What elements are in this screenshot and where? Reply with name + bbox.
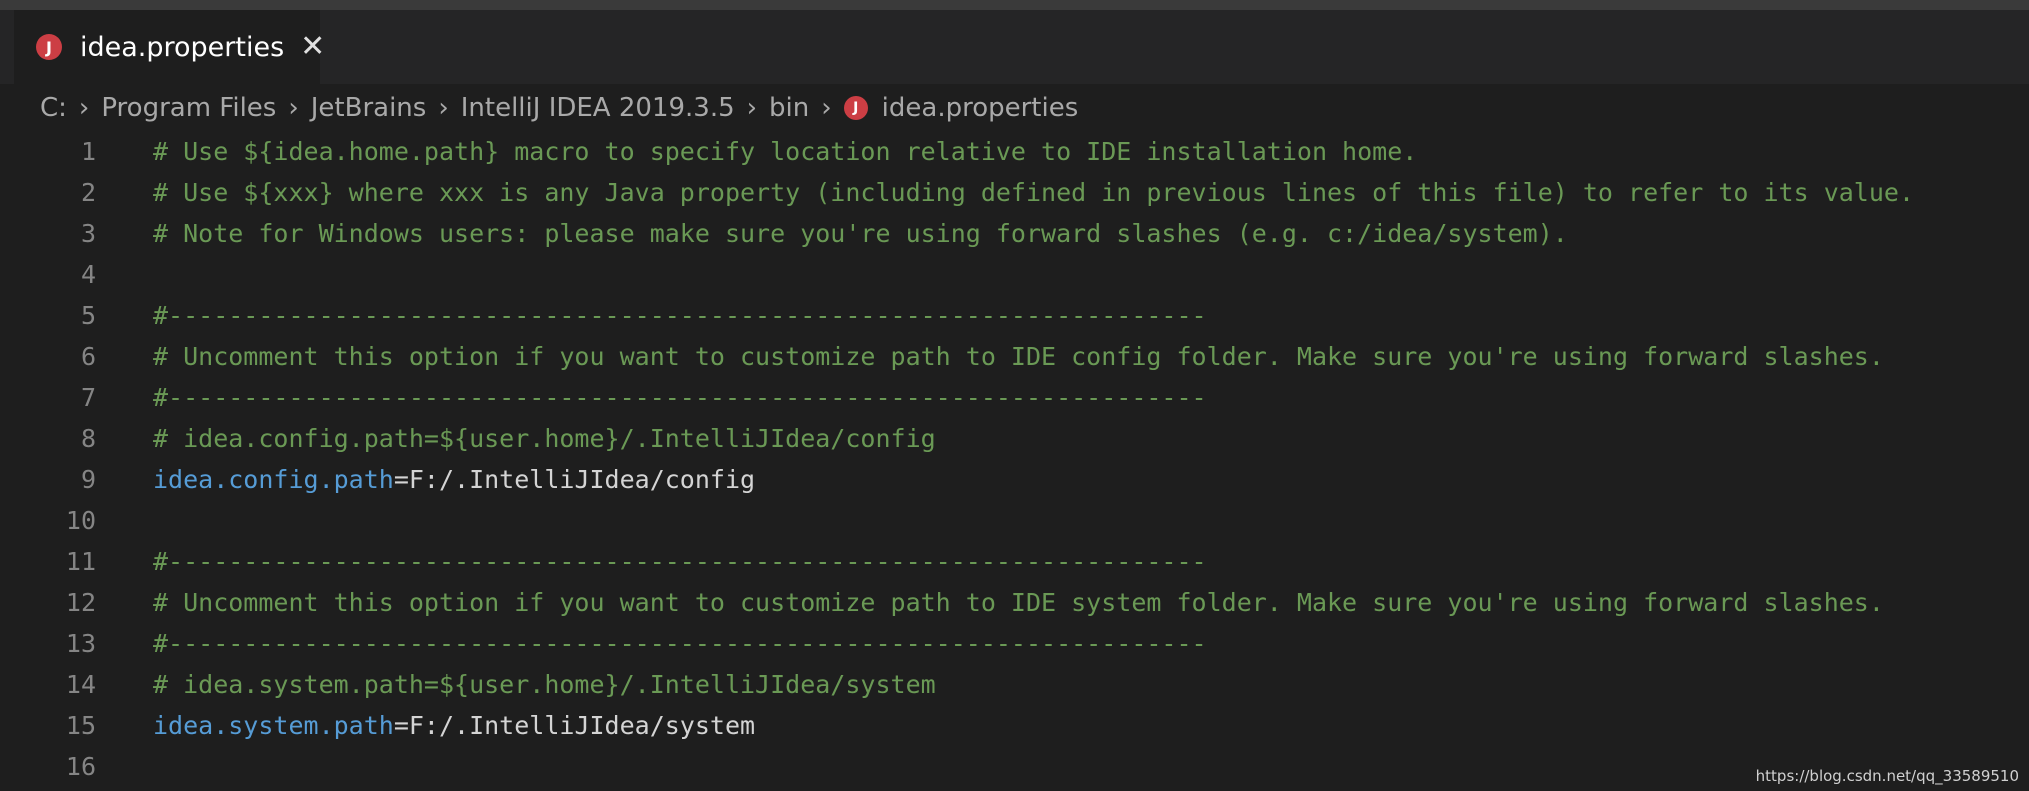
breadcrumb-item-program-files[interactable]: Program Files [101,93,276,123]
line-number: 13 [65,629,96,658]
line-number: 4 [80,260,96,289]
line-number: 3 [80,219,96,248]
code-line[interactable]: 15 idea.system.path=F:/.IntelliJIdea/syst… [0,705,2029,746]
line-number: 6 [80,342,96,371]
code-line[interactable]: 10 [0,500,2029,541]
code-content: #---------------------------------------… [153,383,1207,412]
property-value: =F:/.IntelliJIdea/system [393,711,756,740]
code-line[interactable]: 14 # idea.system.path=${user.home}/.Intel… [0,664,2029,705]
line-number: 9 [80,465,96,494]
code-content: # Uncomment this option if you want to c… [153,342,1884,371]
comment-text: # Use ${xxx} where xxx is any Java prope… [153,178,1914,207]
property-key: idea.config.path [153,465,394,494]
line-number: 15 [65,711,96,740]
property-value: =F:/.IntelliJIdea/config [393,465,756,494]
line-number: 16 [65,752,96,781]
code-content: # idea.config.path=${user.home}/.Intelli… [153,424,936,453]
code-content: #---------------------------------------… [153,629,1207,658]
breadcrumb-item-file[interactable]: idea.properties [882,93,1079,123]
comment-text: # Uncomment this option if you want to c… [153,588,1884,617]
title-strip [0,0,2029,10]
breadcrumb-item-bin[interactable]: bin [769,93,809,123]
line-number: 10 [65,506,96,535]
code-content: # Use ${idea.home.path} macro to specify… [153,137,1417,166]
watermark: https://blog.csdn.net/qq_33589510 [1755,767,2019,785]
editor-window: J idea.properties ✕ C: › Program Files ›… [0,0,2029,791]
code-content: # Uncomment this option if you want to c… [153,588,1884,617]
code-line[interactable]: 7 #--------------------------------------… [0,377,2029,418]
tab-bar: J idea.properties ✕ [0,10,2029,84]
line-number: 1 [80,137,96,166]
code-line[interactable]: 11 #-------------------------------------… [0,541,2029,582]
code-content: # idea.system.path=${user.home}/.Intelli… [153,670,936,699]
chevron-right-icon: › [821,93,832,123]
code-line[interactable]: 1 # Use ${idea.home.path} macro to specif… [0,131,2029,172]
line-number: 8 [80,424,96,453]
java-file-icon: J [843,96,868,120]
breadcrumb-item-intellij[interactable]: IntelliJ IDEA 2019.3.5 [461,93,735,123]
code-line[interactable]: 13 #-------------------------------------… [0,623,2029,664]
code-line[interactable]: 8 # idea.config.path=${user.home}/.Intell… [0,418,2029,459]
code-content: #---------------------------------------… [153,547,1207,576]
code-line[interactable]: 5 #--------------------------------------… [0,295,2029,336]
code-line[interactable]: 2 # Use ${xxx} where xxx is any Java prop… [0,172,2029,213]
tab-label: idea.properties [80,31,285,63]
comment-text: # Note for Windows users: please make su… [153,219,1568,248]
line-number: 5 [80,301,96,330]
java-file-icon: J [36,34,62,60]
code-content: idea.system.path=F:/.IntelliJIdea/system [153,711,755,740]
comment-text: #---------------------------------------… [153,301,1207,330]
comment-text: #---------------------------------------… [153,383,1207,412]
code-line[interactable]: 6 # Uncomment this option if you want to … [0,336,2029,377]
comment-text: # idea.system.path=${user.home}/.Intelli… [153,670,936,699]
line-number: 14 [65,670,96,699]
line-number: 2 [80,178,96,207]
comment-text: #---------------------------------------… [153,547,1207,576]
code-line[interactable]: 3 # Note for Windows users: please make s… [0,213,2029,254]
tab-idea-properties[interactable]: J idea.properties ✕ [14,10,325,84]
code-line[interactable]: 12 # Uncomment this option if you want to… [0,582,2029,623]
code-line[interactable]: 4 [0,254,2029,295]
comment-text: # Use ${idea.home.path} macro to specify… [153,137,1418,166]
code-content: # Use ${xxx} where xxx is any Java prope… [153,178,1914,207]
line-number: 7 [80,383,96,412]
breadcrumb: C: › Program Files › JetBrains › Intelli… [40,88,1078,128]
close-icon[interactable]: ✕ [300,32,325,62]
comment-text: #---------------------------------------… [153,629,1207,658]
comment-text: # Uncomment this option if you want to c… [153,342,1884,371]
code-line[interactable]: 16 [0,746,2029,787]
property-key: idea.system.path [153,711,394,740]
breadcrumb-item-jetbrains[interactable]: JetBrains [311,93,427,123]
chevron-right-icon: › [438,93,449,123]
code-content: #---------------------------------------… [153,301,1207,330]
breadcrumb-item-c-drive[interactable]: C: [40,93,67,123]
code-line[interactable]: 9 idea.config.path=F:/.IntelliJIdea/confi… [0,459,2029,500]
line-number: 11 [65,547,96,576]
code-editor[interactable]: 1 # Use ${idea.home.path} macro to specif… [0,131,2029,791]
comment-text: # idea.config.path=${user.home}/.Intelli… [153,424,936,453]
line-number: 12 [65,588,96,617]
code-content: idea.config.path=F:/.IntelliJIdea/config [153,465,755,494]
code-content: # Note for Windows users: please make su… [153,219,1568,248]
chevron-right-icon: › [288,93,299,123]
chevron-right-icon: › [78,93,90,123]
chevron-right-icon: › [746,93,758,123]
